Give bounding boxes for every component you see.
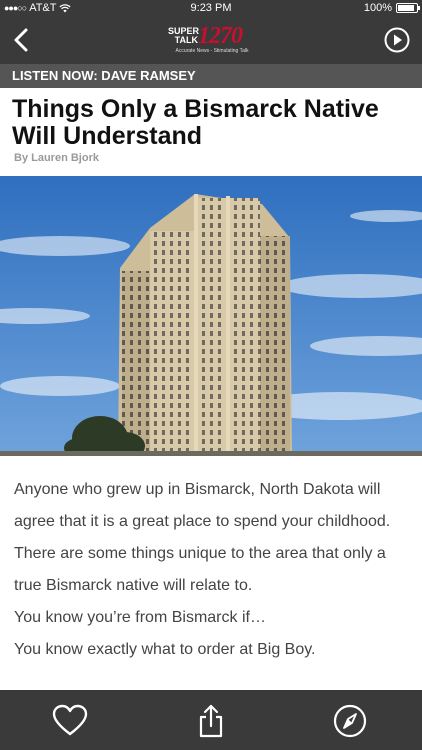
article-byline: By Lauren Bjork <box>14 152 99 164</box>
share-icon <box>199 704 223 738</box>
explore-button[interactable] <box>332 704 368 738</box>
battery-icon <box>396 3 420 13</box>
compass-icon <box>333 704 367 738</box>
article-title: Things Only a Bismarck Native Will Under… <box>12 95 379 150</box>
station-logo: SUPER TALK 1270 Accurate News - Stimulat… <box>168 24 256 58</box>
battery-fill <box>398 5 414 11</box>
listen-now-bar[interactable]: LISTEN NOW: DAVE RAMSEY <box>0 64 422 88</box>
article-hero-image <box>0 176 422 456</box>
nav-bar: SUPER TALK 1270 Accurate News - Stimulat… <box>0 16 422 64</box>
article-paragraph: You know you’re from Bismarck if… <box>14 609 266 626</box>
article-paragraph: You know exactly what to order at Big Bo… <box>14 641 316 658</box>
chevron-left-icon <box>14 28 28 52</box>
logo-tagline: Accurate News - Stimulating Talk <box>175 48 249 54</box>
status-time: 9:23 PM <box>190 2 232 14</box>
play-circle-icon <box>384 27 410 53</box>
favorite-button[interactable] <box>52 704 88 738</box>
article-body: Anyone who grew up in Bismarck, North Da… <box>14 474 410 666</box>
play-button[interactable] <box>384 27 410 53</box>
logo-super-talk: SUPER TALK <box>168 27 199 45</box>
bottom-toolbar <box>0 690 422 750</box>
logo-talk-text: TALK <box>174 35 198 45</box>
back-button[interactable] <box>8 24 38 56</box>
status-bar: ●●●○○ AT&T 9:23 PM 100% <box>0 0 422 16</box>
battery-percent: 100% <box>363 2 392 14</box>
heart-icon <box>52 704 88 736</box>
logo-number: 1270 <box>198 23 243 49</box>
listen-now-label: LISTEN NOW: DAVE RAMSEY <box>12 68 196 83</box>
article-paragraph: Anyone who grew up in Bismarck, North Da… <box>14 481 391 594</box>
share-button[interactable] <box>193 704 229 738</box>
